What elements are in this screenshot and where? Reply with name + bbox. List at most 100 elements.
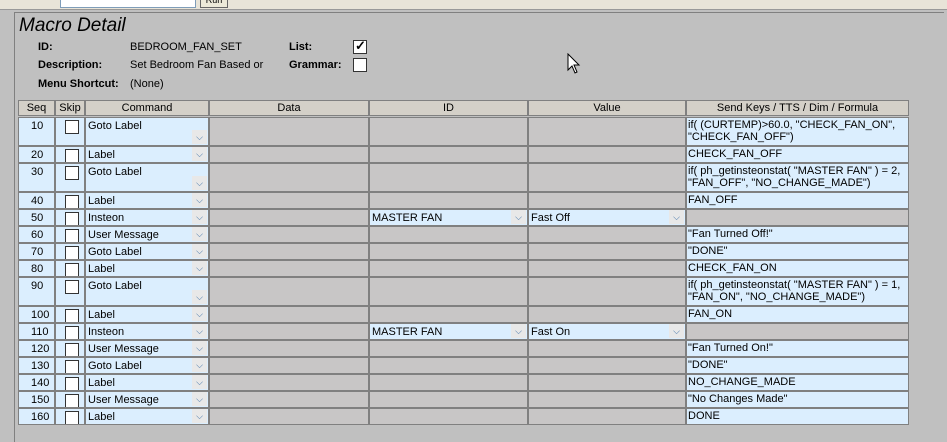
skip-checkbox[interactable] [65, 411, 79, 424]
id-dropdown[interactable] [369, 306, 528, 323]
command-dropdown[interactable]: Goto Label ⌵ [85, 277, 209, 306]
skip-checkbox[interactable] [65, 360, 79, 373]
chevron-down-icon[interactable]: ⌵ [192, 358, 207, 372]
command-dropdown[interactable]: Label ⌵ [85, 260, 209, 277]
table-row[interactable]: 100 Label ⌵ FAN_ON [18, 306, 909, 323]
id-dropdown[interactable] [369, 374, 528, 391]
seq-cell[interactable]: 40 [18, 192, 55, 209]
table-row[interactable]: 90 Goto Label ⌵ if( ph_getinsteonstat( "MAS… [18, 277, 909, 306]
data-cell[interactable] [209, 163, 369, 192]
value-dropdown[interactable] [528, 391, 686, 408]
value-dropdown[interactable] [528, 340, 686, 357]
send-keys-cell[interactable] [686, 209, 909, 226]
run-button[interactable]: Run [200, 0, 228, 8]
command-dropdown[interactable]: Label ⌵ [85, 192, 209, 209]
data-cell[interactable] [209, 260, 369, 277]
id-dropdown[interactable] [369, 357, 528, 374]
data-cell[interactable] [209, 323, 369, 340]
chevron-down-icon[interactable]: ⌵ [192, 210, 207, 224]
skip-checkbox[interactable] [65, 343, 79, 356]
id-dropdown[interactable] [369, 260, 528, 277]
seq-cell[interactable]: 100 [18, 306, 55, 323]
column-header-id[interactable]: ID [369, 100, 528, 116]
data-cell[interactable] [209, 340, 369, 357]
value-dropdown[interactable] [528, 306, 686, 323]
value-dropdown[interactable] [528, 357, 686, 374]
skip-checkbox[interactable] [65, 377, 79, 390]
chevron-down-icon[interactable]: ⌵ [192, 176, 207, 190]
column-header-send-keys[interactable]: Send Keys / TTS / Dim / Formula [686, 100, 909, 116]
seq-cell[interactable]: 160 [18, 408, 55, 425]
chevron-down-icon[interactable]: ⌵ [192, 130, 207, 144]
command-dropdown[interactable]: Label ⌵ [85, 374, 209, 391]
seq-cell[interactable]: 90 [18, 277, 55, 306]
skip-checkbox[interactable] [65, 149, 79, 162]
table-row[interactable]: 140 Label ⌵ NO_CHANGE_MADE [18, 374, 909, 391]
chevron-down-icon[interactable]: ⌵ [511, 324, 526, 338]
id-dropdown[interactable] [369, 163, 528, 192]
chevron-down-icon[interactable]: ⌵ [192, 227, 207, 241]
column-header-command[interactable]: Command [85, 100, 209, 116]
table-row[interactable]: 40 Label ⌵ FAN_OFF [18, 192, 909, 209]
send-keys-cell[interactable]: "DONE" [686, 357, 909, 374]
send-keys-cell[interactable]: if( ph_getinsteonstat( "MASTER FAN" ) = … [686, 277, 909, 306]
chevron-down-icon[interactable]: ⌵ [192, 244, 207, 258]
table-row[interactable]: 10 Goto Label ⌵ if( (CURTEMP)>60.0, "CHECK_… [18, 117, 909, 146]
table-row[interactable]: 20 Label ⌵ CHECK_FAN_OFF [18, 146, 909, 163]
send-keys-cell[interactable]: if( ph_getinsteonstat( "MASTER FAN" ) = … [686, 163, 909, 192]
skip-checkbox[interactable] [65, 120, 79, 134]
skip-checkbox[interactable] [65, 263, 79, 276]
value-dropdown[interactable] [528, 260, 686, 277]
seq-cell[interactable]: 20 [18, 146, 55, 163]
skip-checkbox[interactable] [65, 212, 79, 225]
send-keys-cell[interactable]: DONE [686, 408, 909, 425]
value-dropdown[interactable] [528, 226, 686, 243]
data-cell[interactable] [209, 391, 369, 408]
id-dropdown[interactable] [369, 408, 528, 425]
table-row[interactable]: 70 Goto Label ⌵ "DONE" [18, 243, 909, 260]
data-cell[interactable] [209, 277, 369, 306]
data-cell[interactable] [209, 146, 369, 163]
command-dropdown[interactable]: Goto Label ⌵ [85, 117, 209, 146]
send-keys-cell[interactable]: "No Changes Made" [686, 391, 909, 408]
send-keys-cell[interactable]: "DONE" [686, 243, 909, 260]
chevron-down-icon[interactable]: ⌵ [669, 210, 684, 224]
send-keys-cell[interactable]: FAN_OFF [686, 192, 909, 209]
seq-cell[interactable]: 10 [18, 117, 55, 146]
send-keys-cell[interactable]: CHECK_FAN_OFF [686, 146, 909, 163]
id-dropdown[interactable] [369, 192, 528, 209]
command-dropdown[interactable]: User Message ⌵ [85, 226, 209, 243]
data-cell[interactable] [209, 243, 369, 260]
skip-checkbox[interactable] [65, 195, 79, 208]
skip-checkbox[interactable] [65, 394, 79, 407]
send-keys-cell[interactable]: if( (CURTEMP)>60.0, "CHECK_FAN_ON", "CHE… [686, 117, 909, 146]
skip-checkbox[interactable] [65, 246, 79, 259]
skip-checkbox[interactable] [65, 326, 79, 339]
value-dropdown[interactable] [528, 192, 686, 209]
send-keys-cell[interactable] [686, 323, 909, 340]
seq-cell[interactable]: 110 [18, 323, 55, 340]
table-row[interactable]: 60 User Message ⌵ "Fan Turned Off!" [18, 226, 909, 243]
command-dropdown[interactable]: Insteon ⌵ [85, 323, 209, 340]
list-checkbox[interactable]: ✓ [353, 38, 367, 54]
skip-checkbox[interactable] [65, 280, 79, 294]
send-keys-cell[interactable]: "Fan Turned Off!" [686, 226, 909, 243]
data-cell[interactable] [209, 306, 369, 323]
chevron-down-icon[interactable]: ⌵ [192, 193, 207, 207]
value-dropdown[interactable] [528, 243, 686, 260]
chevron-down-icon[interactable]: ⌵ [192, 341, 207, 355]
table-row[interactable]: 80 Label ⌵ CHECK_FAN_ON [18, 260, 909, 277]
value-dropdown[interactable] [528, 408, 686, 425]
id-dropdown[interactable] [369, 226, 528, 243]
data-cell[interactable] [209, 357, 369, 374]
command-dropdown[interactable]: Label ⌵ [85, 408, 209, 425]
table-row[interactable]: 110 Insteon ⌵ MASTER FAN ⌵ Fast On ⌵ [18, 323, 909, 340]
data-cell[interactable] [209, 192, 369, 209]
data-cell[interactable] [209, 374, 369, 391]
seq-cell[interactable]: 50 [18, 209, 55, 226]
data-cell[interactable] [209, 226, 369, 243]
data-cell[interactable] [209, 117, 369, 146]
value-dropdown[interactable] [528, 277, 686, 306]
seq-cell[interactable]: 120 [18, 340, 55, 357]
command-dropdown[interactable]: User Message ⌵ [85, 391, 209, 408]
